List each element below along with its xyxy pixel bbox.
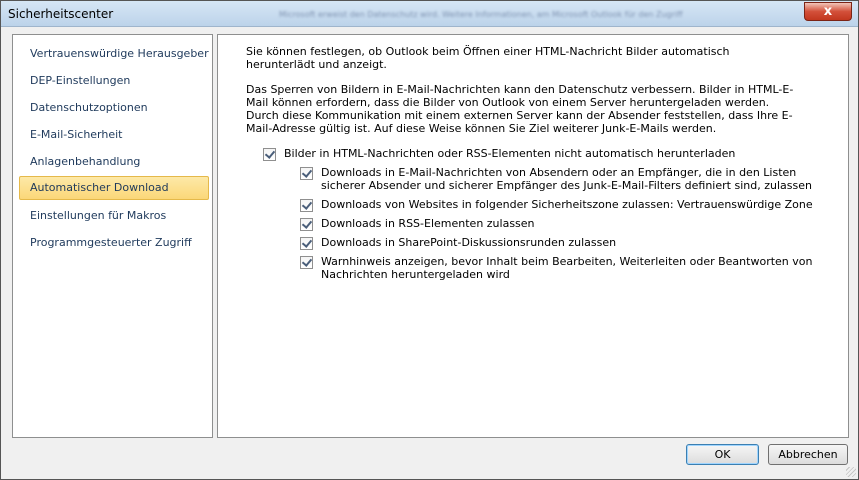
warn-before-download-checkbox[interactable] xyxy=(300,256,313,269)
close-button[interactable]: x xyxy=(804,2,852,21)
category-sidebar: Vertrauenswürdige Herausgeber DEP-Einste… xyxy=(12,34,213,438)
intro-text: Sie können festlegen, ob Outlook beim Öf… xyxy=(246,45,730,71)
warn-before-download-label: Warnhinweis anzeigen, bevor Inhalt beim … xyxy=(321,255,813,281)
allow-sharepoint-label: Downloads in SharePoint-Diskussionsrunde… xyxy=(321,236,617,249)
cancel-button[interactable]: Abbrechen xyxy=(768,444,848,465)
sidebar-item-automatic-download[interactable]: Automatischer Download xyxy=(19,176,209,200)
allow-sharepoint-option[interactable]: Downloads in SharePoint-Diskussionsrunde… xyxy=(300,236,820,250)
allow-sharepoint-checkbox[interactable] xyxy=(300,237,313,250)
sidebar-item-privacy-options[interactable]: Datenschutzoptionen xyxy=(19,96,209,120)
allow-trusted-zone-label: Downloads von Websites in folgender Sich… xyxy=(321,198,813,211)
allow-safe-senders-checkbox[interactable] xyxy=(300,167,313,180)
sidebar-item-programmatic-access[interactable]: Programmgesteuerter Zugriff xyxy=(19,231,209,255)
sidebar-item-attachment-handling[interactable]: Anlagenbehandlung xyxy=(19,150,209,174)
settings-panel: Sie können festlegen, ob Outlook beim Öf… xyxy=(217,34,849,438)
sidebar-item-trusted-publishers[interactable]: Vertrauenswürdige Herausgeber xyxy=(19,42,209,66)
allow-rss-option[interactable]: Downloads in RSS-Elementen zulassen xyxy=(300,217,820,231)
block-images-checkbox[interactable] xyxy=(263,148,276,161)
allow-safe-senders-option[interactable]: Downloads in E-Mail-Nachrichten von Abse… xyxy=(300,166,820,192)
title-bar[interactable]: Sicherheitscenter Microsoft erweist den … xyxy=(1,1,858,27)
resize-grip-icon[interactable] xyxy=(846,467,856,477)
sidebar-item-email-security[interactable]: E-Mail-Sicherheit xyxy=(19,123,209,147)
description-text: Das Sperren von Bildern in E-Mail-Nachri… xyxy=(246,83,794,135)
allow-trusted-zone-option[interactable]: Downloads von Websites in folgender Sich… xyxy=(300,198,820,212)
allow-rss-label: Downloads in RSS-Elementen zulassen xyxy=(321,217,535,230)
window-title: Sicherheitscenter xyxy=(8,7,114,21)
allow-safe-senders-label: Downloads in E-Mail-Nachrichten von Abse… xyxy=(321,166,812,192)
title-bar-hint: Microsoft erweist den Datenschutz wird. … xyxy=(279,10,683,19)
ok-button[interactable]: OK xyxy=(686,444,759,465)
sidebar-item-dep-settings[interactable]: DEP-Einstellungen xyxy=(19,69,209,93)
sidebar-item-macro-settings[interactable]: Einstellungen für Makros xyxy=(19,204,209,228)
block-images-option[interactable]: Bilder in HTML-Nachrichten oder RSS-Elem… xyxy=(263,147,823,161)
block-images-label: Bilder in HTML-Nachrichten oder RSS-Elem… xyxy=(284,147,736,160)
warn-before-download-option[interactable]: Warnhinweis anzeigen, bevor Inhalt beim … xyxy=(300,255,820,281)
close-icon: x xyxy=(823,4,833,19)
allow-trusted-zone-checkbox[interactable] xyxy=(300,199,313,212)
security-center-dialog: Sicherheitscenter Microsoft erweist den … xyxy=(0,0,859,480)
allow-rss-checkbox[interactable] xyxy=(300,218,313,231)
